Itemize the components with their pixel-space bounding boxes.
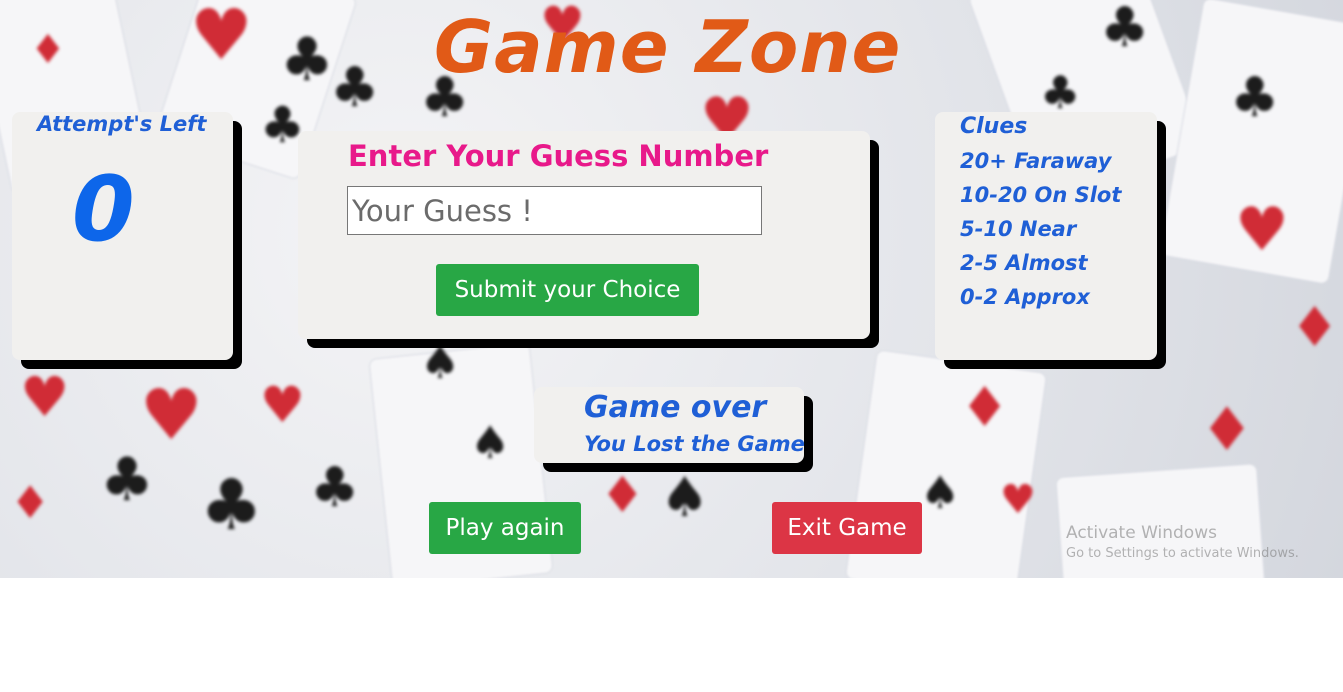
clue-item: 10-20 On Slot — [960, 183, 1122, 207]
submit-button[interactable]: Submit your Choice — [436, 264, 699, 316]
watermark-line-2: Go to Settings to activate Windows. — [1066, 546, 1299, 561]
attempts-label: Attempt's Left — [37, 112, 207, 136]
clue-list: 20+ Faraway 10-20 On Slot 5-10 Near 2-5 … — [960, 144, 1121, 314]
attempts-panel: Attempt's Left 0 — [12, 112, 233, 360]
watermark-line-1: Activate Windows — [1066, 523, 1217, 543]
guess-heading: Enter Your Guess Number — [348, 139, 769, 173]
clues-title: Clues — [960, 114, 1028, 139]
attempts-counter: 0 — [72, 157, 135, 262]
result-panel: Game over You Lost the Game — [534, 387, 805, 463]
clue-item: 0-2 Approx — [960, 285, 1090, 309]
clue-item: 2-5 Almost — [960, 251, 1088, 275]
guess-panel: Enter Your Guess Number Submit your Choi… — [298, 131, 870, 339]
clue-item: 20+ Faraway — [960, 149, 1112, 173]
result-message: You Lost the Game — [584, 432, 805, 456]
guess-input[interactable] — [347, 186, 762, 235]
page-title: Game Zone — [434, 5, 902, 89]
result-title: Game over — [584, 390, 767, 425]
exit-game-button[interactable]: Exit Game — [772, 502, 922, 554]
windows-activation-watermark: Activate Windows Go to Settings to activ… — [1066, 522, 1299, 564]
play-again-button[interactable]: Play again — [429, 502, 581, 554]
clue-item: 5-10 Near — [960, 217, 1077, 241]
clues-panel: Clues 20+ Faraway 10-20 On Slot 5-10 Nea… — [935, 112, 1157, 360]
